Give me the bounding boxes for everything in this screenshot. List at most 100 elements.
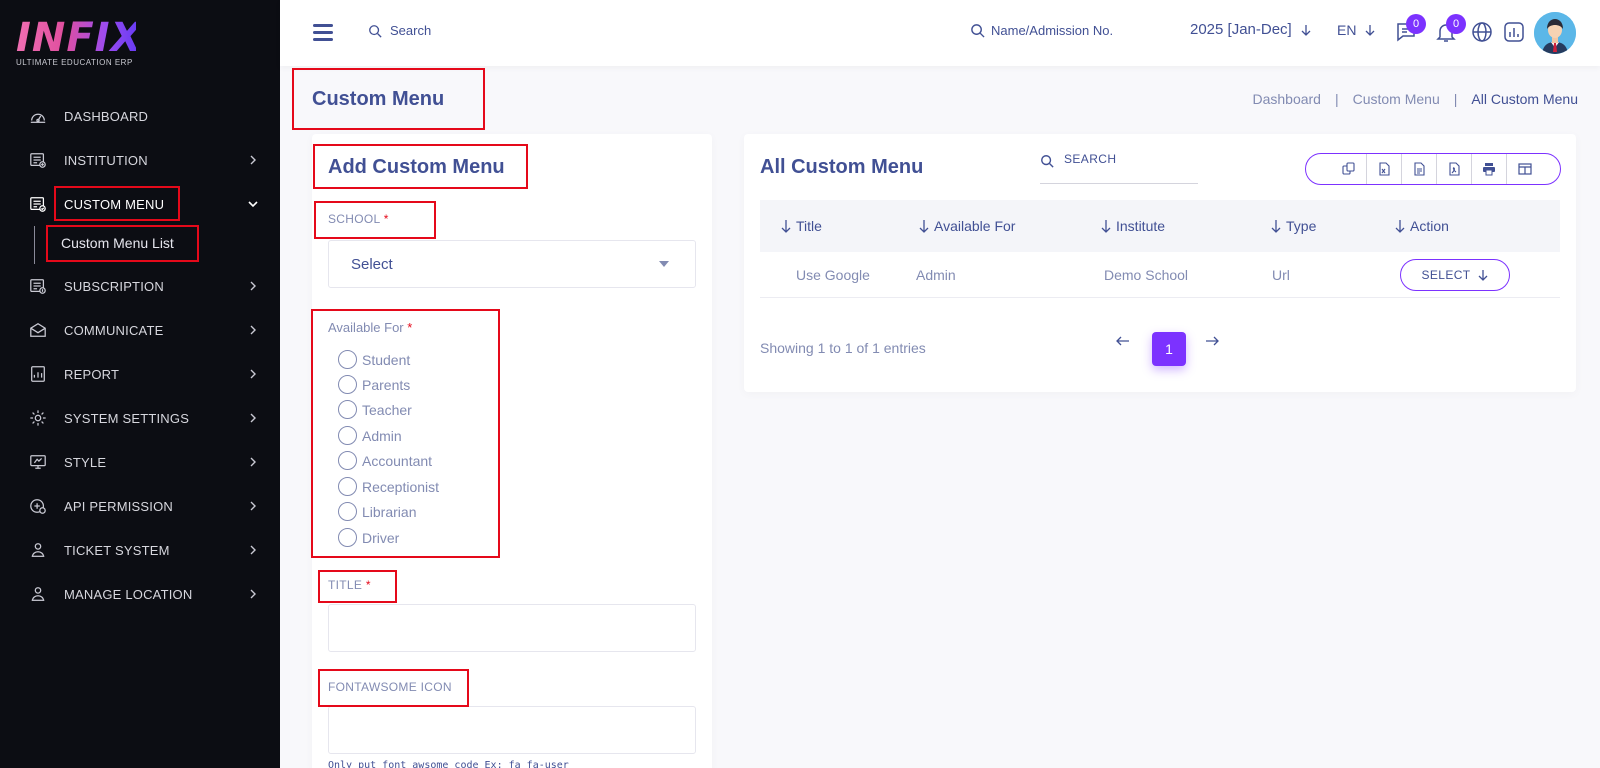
pagination-prev-button[interactable] [1116,334,1136,354]
chevron-right-icon [250,413,256,423]
radio-button[interactable] [338,426,357,445]
arrow-down-icon [1365,25,1375,36]
logo-tagline: ULTIMATE EDUCATION ERP [16,58,133,67]
sidebar-item-subscription[interactable]: SUBSCRIPTION [0,264,280,308]
hamburger-menu-icon[interactable] [313,24,333,42]
row-action-select-button[interactable]: SELECT [1400,259,1510,291]
columns-button[interactable] [1507,154,1542,184]
academic-year-select[interactable]: 2025 [Jan-Dec] [1190,21,1312,38]
breadcrumb-separator: | [1334,91,1339,107]
arrow-down-icon [1301,24,1311,36]
available-option-driver[interactable]: Driver [338,528,399,547]
chevron-right-icon [250,281,256,291]
copy-icon [1342,162,1355,175]
website-button[interactable] [1470,20,1494,44]
available-option-admin[interactable]: Admin [338,426,402,445]
select-button-label: SELECT [1421,268,1471,282]
radio-button[interactable] [338,350,357,369]
column-type-label: Type [1286,218,1317,234]
radio-button[interactable] [338,477,357,496]
cell-available-for: Admin [916,267,956,283]
available-option-librarian[interactable]: Librarian [338,502,416,521]
global-search[interactable]: Search [368,23,431,38]
radio-button[interactable] [338,502,357,521]
column-header-type[interactable]: Type [1270,218,1316,234]
arrow-left-icon [1116,336,1129,346]
sidebar-item-institution[interactable]: INSTITUTION [0,138,280,182]
school-select[interactable]: Select [328,240,696,288]
sidebar-item-custom-menu[interactable]: CUSTOM MENU [0,182,280,226]
icon-hint: Only put font awsome code Ex: fa fa-user [328,760,569,768]
pagination-page-1[interactable]: 1 [1152,332,1186,366]
title-input[interactable] [328,604,696,652]
breadcrumb-dashboard[interactable]: Dashboard [1252,91,1321,107]
custom-menu-submenu: Custom Menu List [34,226,280,264]
sidebar-item-report[interactable]: REPORT [0,352,280,396]
chevron-right-icon [250,369,256,379]
radio-button[interactable] [338,451,357,470]
sidebar-item-dashboard[interactable]: DASHBOARD [0,94,280,138]
sidebar: INFIX ULTIMATE EDUCATION ERP DASHBOARD I… [0,0,280,768]
sidebar-item-manage-location[interactable]: MANAGE LOCATION [0,572,280,616]
pagination-next-button[interactable] [1205,334,1225,354]
language-select[interactable]: EN [1337,22,1376,38]
page-title: Custom Menu [312,88,445,110]
messages-button[interactable]: 0 [1394,14,1426,44]
logo[interactable]: INFIX ULTIMATE EDUCATION ERP [16,16,141,72]
column-header-available-for[interactable]: Available For [918,218,1015,234]
radio-button[interactable] [338,400,357,419]
columns-icon [1517,163,1532,175]
reports-button[interactable] [1502,20,1526,44]
csv-button[interactable] [1402,154,1437,184]
sidebar-item-label: COMMUNICATE [64,322,164,338]
sidebar-item-communicate[interactable]: COMMUNICATE [0,308,280,352]
available-for-label: Available For * [328,320,412,335]
column-header-action[interactable]: Action [1394,218,1449,234]
breadcrumb-custom-menu[interactable]: Custom Menu [1353,91,1440,107]
school-label-text: SCHOOL [328,212,381,226]
radio-button[interactable] [338,528,357,547]
fontawesome-icon-input[interactable] [328,706,696,754]
chevron-right-icon [250,325,256,335]
sidebar-item-label: REPORT [64,366,120,382]
available-option-student[interactable]: Student [338,350,410,369]
print-button[interactable] [1472,154,1507,184]
required-mark: * [383,212,389,226]
pdf-button[interactable] [1437,154,1472,184]
available-option-receptionist[interactable]: Receptionist [338,477,439,496]
add-custom-menu-form: Add Custom Menu SCHOOL * Select Availabl… [312,134,712,768]
sort-arrow-icon [1101,220,1111,233]
settings-icon [28,408,48,428]
sidebar-item-ticket-system[interactable]: TICKET SYSTEM [0,528,280,572]
chevron-right-icon [250,457,256,467]
school-select-value: Select [351,255,393,273]
copy-button[interactable] [1332,154,1367,184]
user-avatar[interactable] [1534,12,1576,54]
search-icon [971,24,985,38]
column-header-institute[interactable]: Institute [1100,218,1165,234]
pdf-icon [1449,162,1460,176]
column-header-title[interactable]: Title [780,218,822,234]
admission-search-label: Name/Admission No. [991,23,1114,38]
sidebar-subitem-custom-menu-list[interactable]: Custom Menu List [61,235,174,251]
radio-button[interactable] [338,375,357,394]
subscription-icon [28,276,48,296]
admission-search[interactable]: Name/Admission No. [970,23,1113,38]
sidebar-item-api-permission[interactable]: API PERMISSION [0,484,280,528]
excel-button[interactable] [1367,154,1402,184]
available-option-teacher[interactable]: Teacher [338,400,412,419]
sidebar-item-label: TICKET SYSTEM [64,542,170,558]
notifications-button[interactable]: 0 [1434,14,1466,44]
available-option-parents[interactable]: Parents [338,375,410,394]
title-label-text: TITLE [328,578,363,592]
sidebar-item-system-settings[interactable]: SYSTEM SETTINGS [0,396,280,440]
chevron-right-icon [250,545,256,555]
sort-arrow-icon [1395,220,1405,233]
arrow-down-icon [1478,270,1488,281]
institution-icon [28,150,48,170]
style-icon [28,452,48,472]
sidebar-item-style[interactable]: STYLE [0,440,280,484]
column-institute-label: Institute [1116,218,1166,234]
available-option-accountant[interactable]: Accountant [338,451,432,470]
list-search-input[interactable]: SEARCH [1040,152,1198,184]
